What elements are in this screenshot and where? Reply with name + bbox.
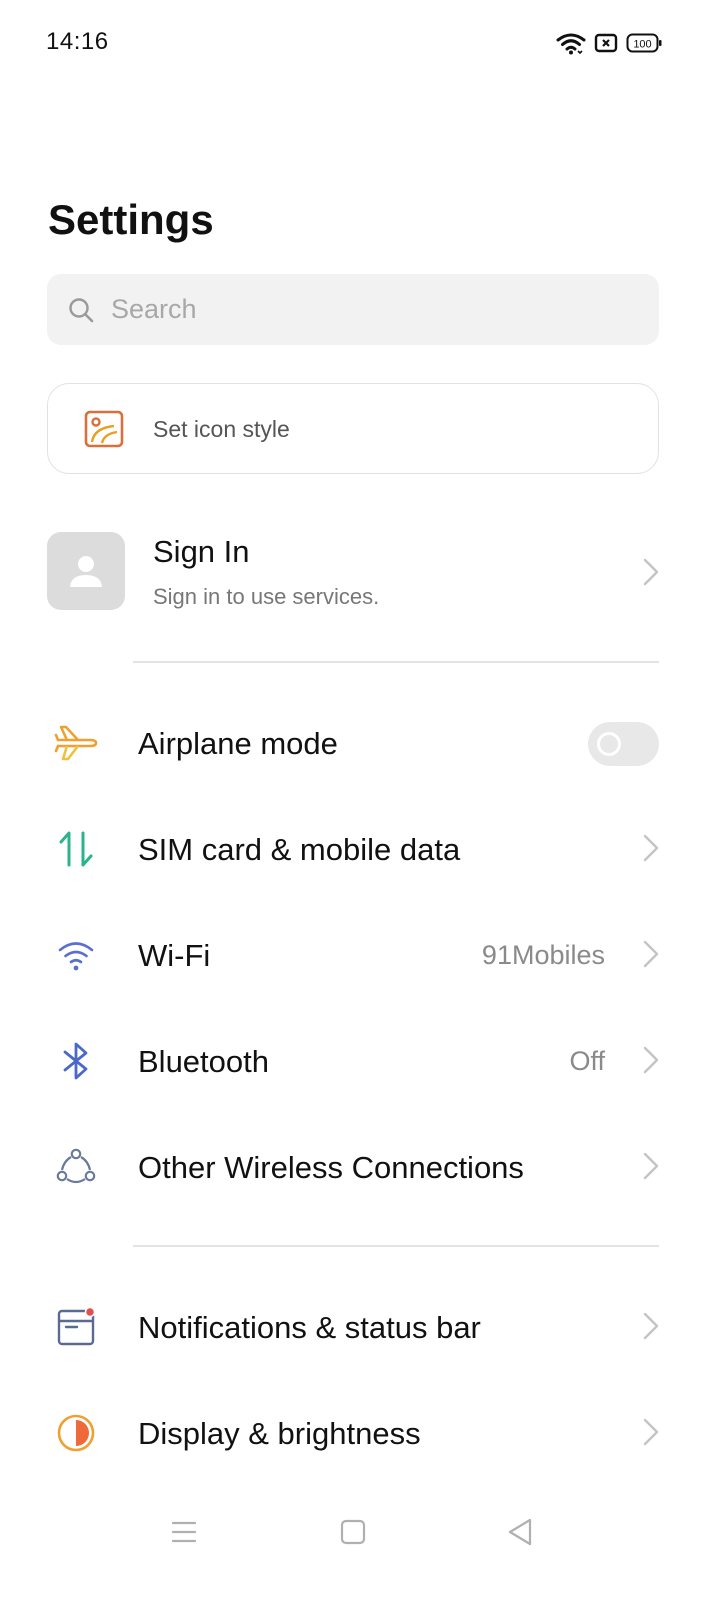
wifi-label: Wi-Fi [138,938,211,973]
search-input[interactable] [109,293,593,326]
set-icon-style-label: Set icon style [153,416,290,442]
sign-in-title: Sign In [153,534,250,569]
chevron-right-icon [642,833,660,868]
chevron-right-icon [642,1417,660,1452]
home-icon[interactable] [329,1508,377,1556]
navigation-bar [0,1490,720,1600]
other-wireless-label: Other Wireless Connections [138,1150,524,1185]
notifications-label: Notifications & status bar [138,1310,481,1345]
battery-icon: 100 [626,32,662,54]
bluetooth-icon [52,1039,100,1083]
status-bar: 14:16 100 [0,0,720,86]
settings-item-notifications[interactable]: Notifications & status bar [0,1277,720,1377]
chevron-right-icon [642,1311,660,1346]
sign-in-subtitle: Sign in to use services. [153,584,380,609]
battery-level: 100 [633,39,651,51]
chevron-right-icon [642,1151,660,1186]
set-icon-style-card[interactable]: Set icon style [47,383,659,474]
sim-card-label: SIM card & mobile data [138,832,461,867]
no-sim-icon [594,32,618,54]
wifi-signal-icon [556,31,586,55]
bluetooth-status-value: Off [569,1046,605,1076]
search-bar[interactable] [47,274,659,345]
settings-item-display[interactable]: Display & brightness [0,1383,720,1483]
settings-item-bluetooth[interactable]: Bluetooth Off [0,1011,720,1111]
image-style-icon [84,410,124,453]
search-icon [67,296,95,324]
wifi-icon [52,933,100,977]
display-brightness-icon [52,1411,100,1455]
page-title: Settings [48,196,214,243]
settings-item-other-wireless[interactable]: Other Wireless Connections [0,1117,720,1217]
status-time: 14:16 [46,28,109,55]
airplane-icon [52,721,100,765]
divider [133,1245,659,1247]
wifi-network-value: 91Mobiles [481,940,605,970]
sim-data-icon [52,827,100,871]
settings-item-sim-card[interactable]: SIM card & mobile data [0,799,720,899]
bluetooth-label: Bluetooth [138,1044,269,1079]
user-icon [70,556,102,587]
airplane-mode-toggle[interactable] [588,722,659,766]
notifications-icon [52,1305,100,1349]
back-icon[interactable] [496,1508,544,1556]
chevron-right-icon [642,1045,660,1080]
airplane-mode-label: Airplane mode [138,726,338,761]
divider [133,661,659,663]
settings-item-wifi[interactable]: Wi-Fi 91Mobiles [0,905,720,1005]
chevron-right-icon [642,557,660,592]
wireless-connections-icon [52,1145,100,1189]
menu-icon[interactable] [160,1508,208,1556]
toggle-knob [597,732,621,756]
status-icons: 100 [556,30,662,56]
sign-in-row[interactable]: Sign In Sign in to use services. [0,530,720,614]
avatar [47,532,125,610]
settings-item-airplane-mode[interactable]: Airplane mode [0,693,720,793]
chevron-right-icon [642,939,660,974]
display-brightness-label: Display & brightness [138,1416,421,1451]
